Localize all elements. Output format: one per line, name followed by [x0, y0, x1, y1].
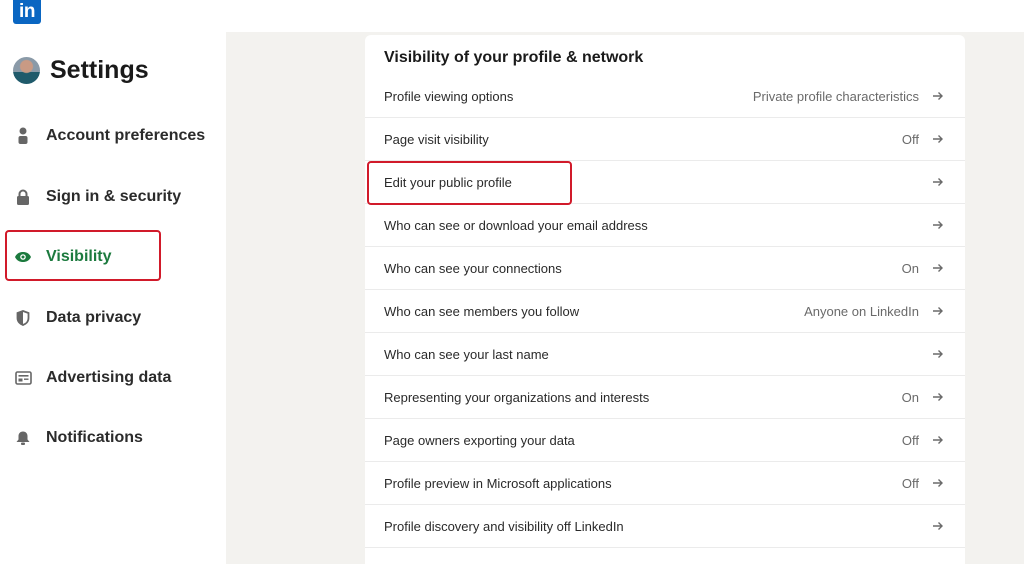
lock-icon	[14, 188, 32, 206]
setting-label: Who can see or download your email addre…	[384, 217, 648, 233]
sidebar-item-label: Account preferences	[46, 127, 206, 144]
shield-icon	[14, 309, 32, 327]
setting-value: Off	[901, 432, 919, 448]
setting-row-organizations-interests[interactable]: Representing your organizations and inte…	[365, 376, 965, 419]
linkedin-logo[interactable]: in	[13, 0, 41, 24]
sidebar-item-label: Notifications	[46, 429, 143, 446]
setting-row-page-visit-visibility[interactable]: Page visit visibility Off	[365, 118, 965, 161]
arrow-right-icon	[931, 347, 945, 361]
setting-row-members-you-follow[interactable]: Who can see members you follow Anyone on…	[365, 290, 965, 333]
sidebar-item-sign-in-security[interactable]: Sign in & security	[14, 185, 181, 209]
highlight-box-visibility	[5, 230, 161, 281]
setting-row-profile-viewing-options[interactable]: Profile viewing options Private profile …	[365, 75, 965, 118]
arrow-right-icon	[931, 132, 945, 146]
setting-value: On	[901, 389, 919, 405]
arrow-right-icon	[931, 304, 945, 318]
setting-label: Profile discovery and visibility off Lin…	[384, 518, 624, 534]
sidebar-item-label: Advertising data	[46, 369, 172, 386]
setting-value: On	[901, 260, 919, 276]
setting-value: Anyone on LinkedIn	[804, 303, 919, 319]
setting-row-page-owners-exporting[interactable]: Page owners exporting your data Off	[365, 419, 965, 462]
arrow-right-icon	[931, 390, 945, 404]
setting-row-email-address-visibility[interactable]: Who can see or download your email addre…	[365, 204, 965, 247]
settings-sidebar: Settings Account preferences Sign in & s…	[0, 32, 226, 564]
sidebar-item-notifications[interactable]: Notifications	[14, 426, 143, 450]
arrow-right-icon	[931, 519, 945, 533]
arrow-right-icon	[931, 175, 945, 189]
setting-row-connections-visibility[interactable]: Who can see your connections On	[365, 247, 965, 290]
setting-row-discovery-off-linkedin[interactable]: Profile discovery and visibility off Lin…	[365, 505, 965, 548]
top-bar: in	[0, 0, 1024, 32]
setting-label: Who can see your last name	[384, 346, 549, 362]
arrow-right-icon	[931, 218, 945, 232]
setting-label: Who can see members you follow	[384, 303, 580, 319]
setting-row-last-name-visibility[interactable]: Who can see your last name	[365, 333, 965, 376]
setting-label: Profile viewing options	[384, 88, 514, 104]
visibility-settings-card: Visibility of your profile & network Pro…	[365, 35, 965, 564]
setting-label: Page visit visibility	[384, 131, 489, 147]
sidebar-item-advertising-data[interactable]: Advertising data	[14, 366, 171, 390]
avatar[interactable]	[13, 56, 40, 84]
setting-label: Representing your organizations and inte…	[384, 389, 650, 405]
sidebar-item-account-preferences[interactable]: Account preferences	[14, 124, 205, 148]
settings-header: Settings	[13, 54, 149, 86]
setting-value: Private profile characteristics	[752, 88, 919, 104]
setting-value: Off	[901, 475, 919, 491]
sidebar-item-data-privacy[interactable]: Data privacy	[14, 306, 141, 330]
arrow-right-icon	[931, 433, 945, 447]
setting-row-microsoft-preview[interactable]: Profile preview in Microsoft application…	[365, 462, 965, 505]
setting-label: Profile preview in Microsoft application…	[384, 475, 612, 491]
person-icon	[14, 127, 32, 145]
ad-card-icon	[14, 369, 32, 387]
highlight-box-edit-public-profile	[367, 161, 572, 205]
bell-icon	[14, 429, 32, 447]
arrow-right-icon	[931, 89, 945, 103]
setting-label: Page owners exporting your data	[384, 432, 575, 448]
sidebar-item-label: Sign in & security	[46, 188, 182, 205]
setting-label: Who can see your connections	[384, 260, 562, 276]
sidebar-item-label: Data privacy	[46, 309, 142, 326]
page-title: Settings	[50, 55, 149, 84]
arrow-right-icon	[931, 476, 945, 490]
section-title: Visibility of your profile & network	[384, 49, 644, 66]
setting-value: Off	[901, 131, 919, 147]
arrow-right-icon	[931, 261, 945, 275]
